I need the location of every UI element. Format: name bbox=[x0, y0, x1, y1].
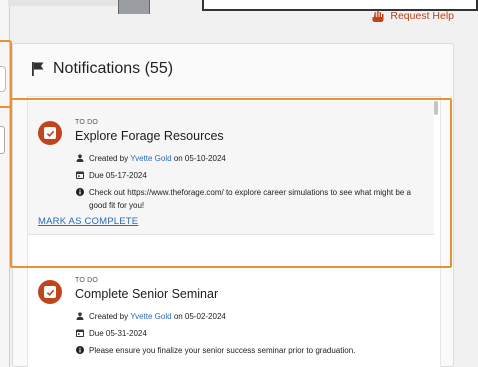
created-by-row: Created by Yvette Gold on 05-02-2024 bbox=[76, 310, 226, 323]
highlight-box bbox=[10, 98, 452, 268]
message-row: Please ensure you finalize your senior s… bbox=[76, 344, 428, 357]
panel-title: Notifications (55) bbox=[53, 60, 174, 77]
background-toolbar bbox=[8, 0, 120, 6]
user-icon bbox=[76, 312, 84, 320]
background-field-fragment bbox=[0, 66, 6, 92]
request-help-label: Request Help bbox=[390, 10, 454, 22]
background-button-fragment bbox=[0, 126, 5, 154]
notification-title: Complete Senior Seminar bbox=[75, 287, 219, 301]
creator-link[interactable]: Yvette Gold bbox=[130, 312, 171, 321]
calendar-icon bbox=[76, 329, 84, 337]
due-date-row: Due 05-31-2024 bbox=[76, 327, 147, 340]
background-tab bbox=[118, 0, 150, 14]
flag-icon bbox=[32, 62, 44, 76]
notification-tag: TO DO bbox=[75, 277, 99, 284]
panel-header: Notifications (55) bbox=[31, 60, 173, 78]
info-icon bbox=[76, 346, 84, 354]
request-help-link[interactable]: Request Help bbox=[371, 9, 454, 23]
hand-icon bbox=[372, 11, 384, 22]
todo-check-icon bbox=[38, 280, 62, 304]
notification-item: TO DO Complete Senior Seminar Created by… bbox=[28, 269, 434, 367]
